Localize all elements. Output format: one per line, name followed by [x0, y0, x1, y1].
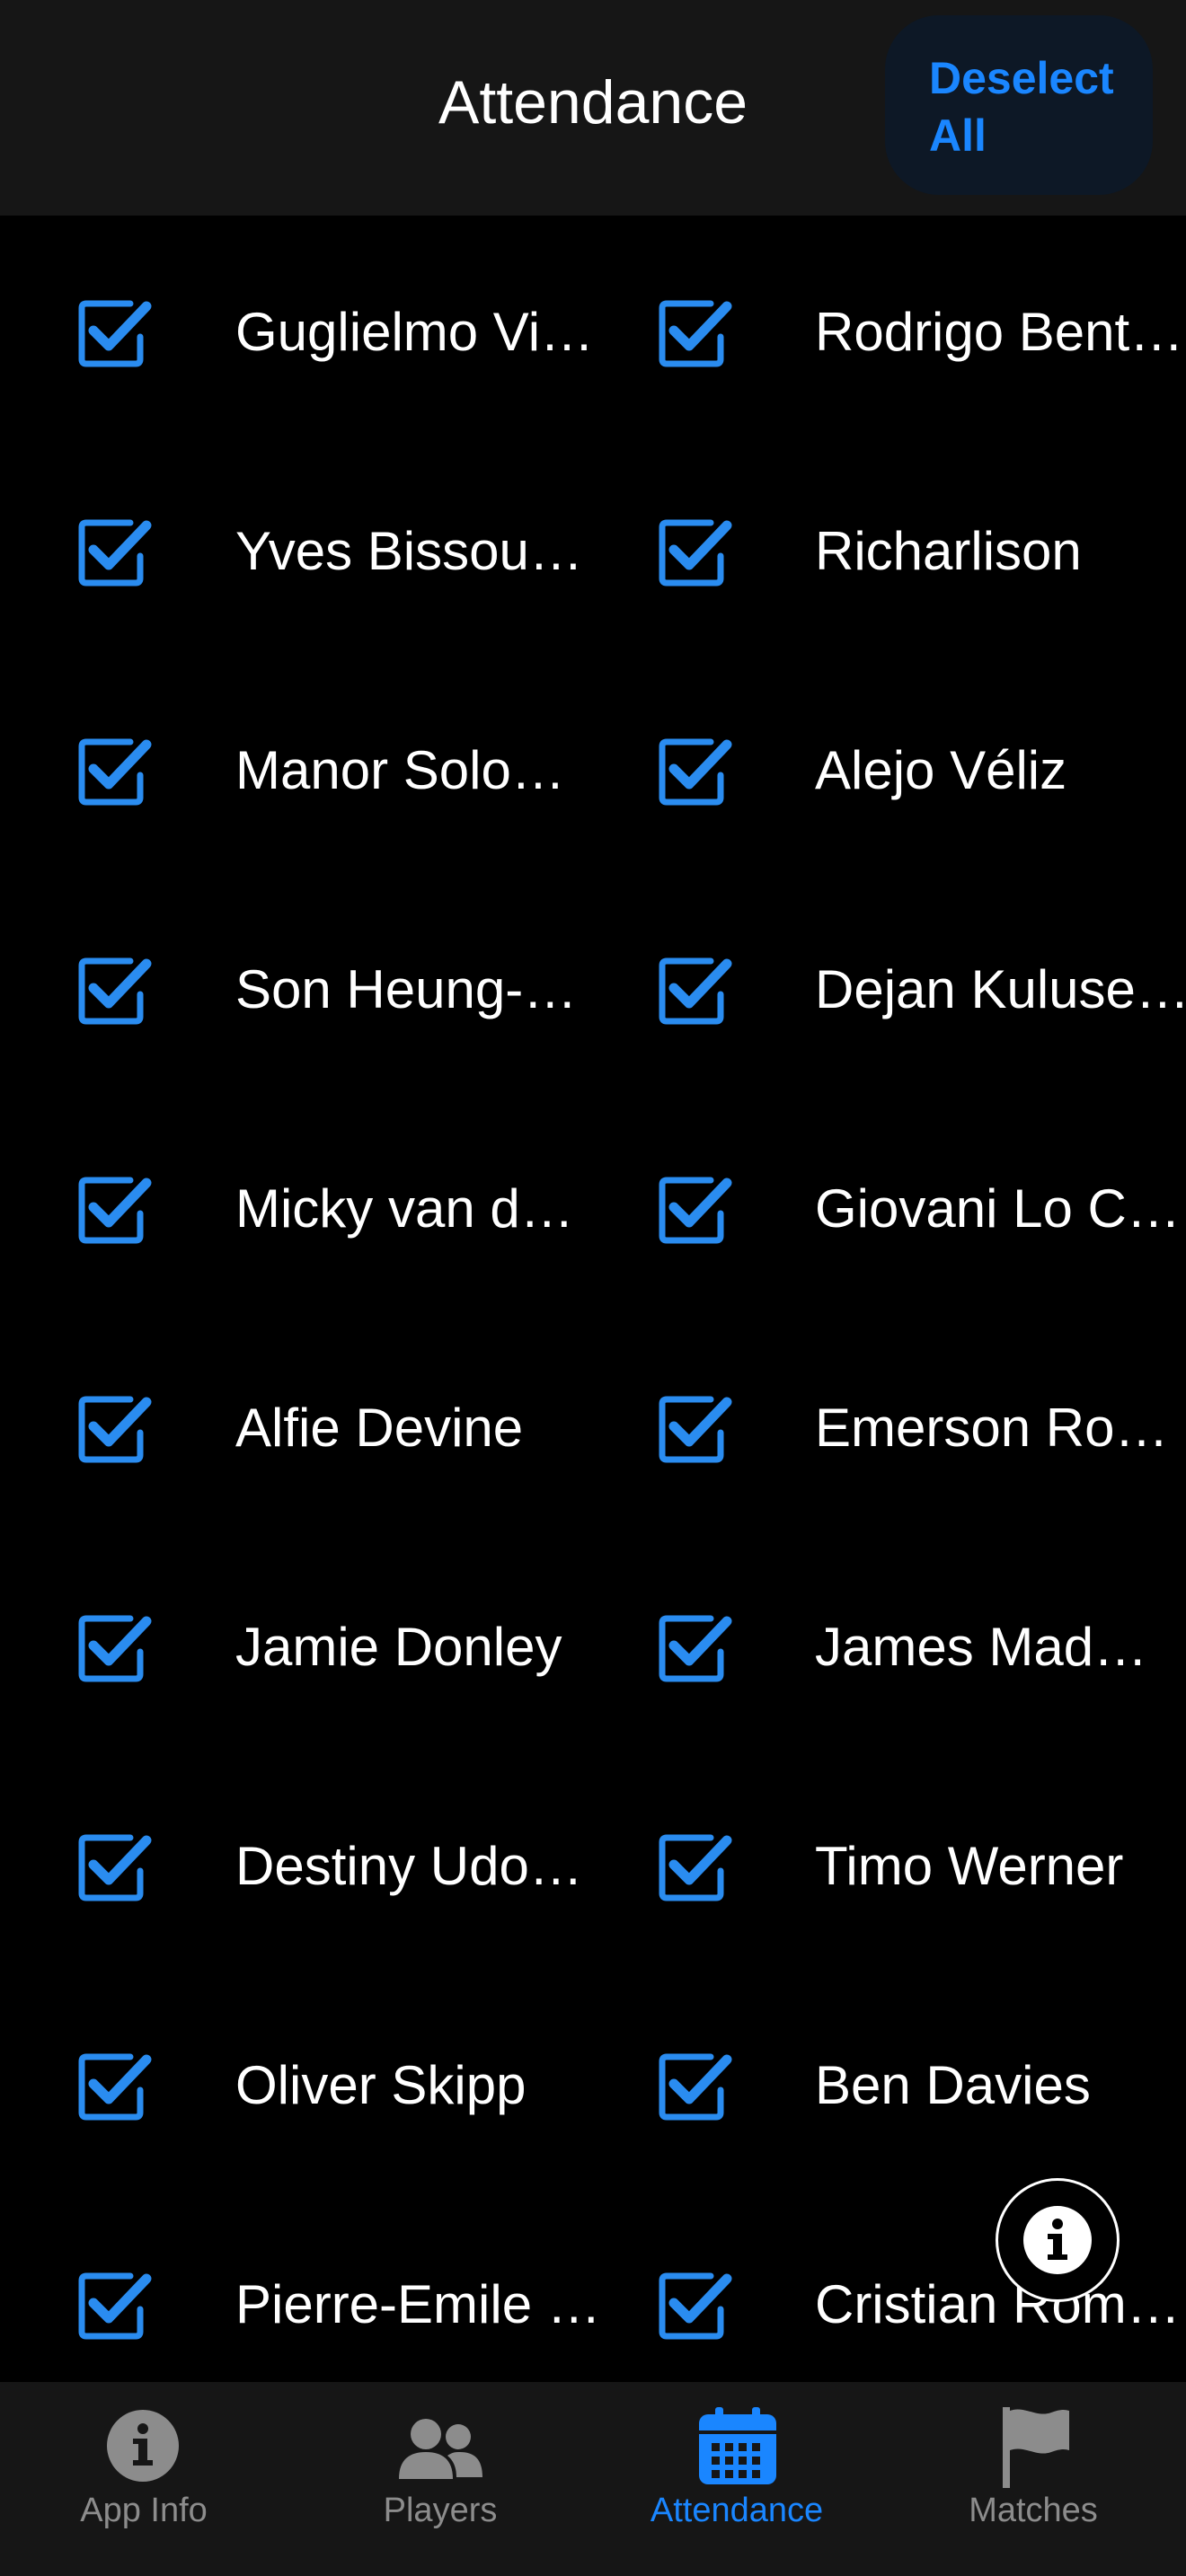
player-checkbox-item[interactable]: Jamie Donley: [0, 1531, 575, 1750]
checkbox-checked-icon[interactable]: [78, 1612, 152, 1682]
player-name: Oliver Skipp: [235, 2055, 527, 2115]
attendance-row: Alfie Devine Emerson Ro…: [0, 1311, 1186, 1531]
players-icon: [395, 2416, 485, 2485]
player-name: Cristian Rom…: [815, 2274, 1181, 2334]
calendar-icon: [697, 2405, 778, 2491]
attendance-row: Jamie Donley James Mad…: [0, 1531, 1186, 1750]
checkbox-checked-icon[interactable]: [659, 1393, 732, 1463]
player-checkbox-item[interactable]: Ben Davies: [580, 1969, 1186, 2188]
checkbox-checked-icon[interactable]: [659, 736, 732, 806]
tab-label: Attendance: [650, 2492, 824, 2529]
player-name: Guglielmo Vi…: [235, 302, 595, 362]
checkbox-checked-icon[interactable]: [659, 297, 732, 367]
player-name: Manor Solo…: [235, 740, 565, 800]
checkbox-checked-icon[interactable]: [78, 736, 152, 806]
player-checkbox-item[interactable]: Oliver Skipp: [0, 1969, 575, 2188]
player-checkbox-item[interactable]: Emerson Ro…: [580, 1311, 1186, 1531]
player-checkbox-item[interactable]: James Mad…: [580, 1531, 1186, 1750]
checkbox-checked-icon[interactable]: [78, 297, 152, 367]
checkbox-checked-icon[interactable]: [78, 955, 152, 1025]
attendance-row: Micky van d… Giovani Lo C…: [0, 1092, 1186, 1311]
player-name: Emerson Ro…: [815, 1398, 1169, 1458]
player-name: Dejan Kuluse…: [815, 959, 1186, 1019]
player-name: Timo Werner: [815, 1836, 1124, 1896]
checkbox-checked-icon[interactable]: [659, 1612, 732, 1682]
player-checkbox-item[interactable]: Manor Solo…: [0, 654, 575, 873]
info-circle-icon: [106, 2409, 180, 2487]
attendance-row: Yves Bissou… Richarlison: [0, 435, 1186, 654]
checkbox-checked-icon[interactable]: [78, 1174, 152, 1244]
tab-players[interactable]: Players: [288, 2382, 593, 2576]
checkbox-checked-icon[interactable]: [659, 2051, 732, 2121]
info-icon: [1023, 2206, 1092, 2274]
player-checkbox-item[interactable]: Micky van d…: [0, 1092, 575, 1311]
player-checkbox-item[interactable]: Destiny Udo…: [0, 1750, 583, 1969]
player-name: Ben Davies: [815, 2055, 1091, 2115]
player-checkbox-item[interactable]: Dejan Kuluse…: [580, 873, 1186, 1092]
player-name: Pierre-Emile …: [235, 2274, 601, 2334]
player-name: Alfie Devine: [235, 1398, 524, 1458]
checkbox-checked-icon[interactable]: [659, 1174, 732, 1244]
bottom-tab-bar: App Info Players Attendance Matches: [0, 2382, 1186, 2576]
tab-attendance[interactable]: Attendance: [593, 2382, 881, 2576]
player-checkbox-item[interactable]: Rodrigo Bent…: [580, 216, 1186, 435]
player-name: James Mad…: [815, 1617, 1148, 1677]
player-name: Giovani Lo C…: [815, 1178, 1181, 1239]
info-fab-button[interactable]: [996, 2178, 1120, 2302]
checkbox-checked-icon[interactable]: [78, 2051, 152, 2121]
player-name: Alejo Véliz: [815, 740, 1067, 800]
tab-label: App Info: [80, 2492, 208, 2529]
player-checkbox-item[interactable]: Giovani Lo C…: [580, 1092, 1186, 1311]
attendance-row: Son Heung-… Dejan Kuluse…: [0, 873, 1186, 1092]
player-checkbox-item[interactable]: Pierre-Emile …: [0, 2188, 601, 2382]
attendance-list[interactable]: Guglielmo Vi… Rodrigo Bent… Yves Bissou… Ri…: [0, 216, 1186, 2382]
top-app-bar: Attendance Deselect All: [0, 0, 1186, 216]
player-name: Rodrigo Bent…: [815, 302, 1184, 362]
attendance-row: Destiny Udo… Timo Werner: [0, 1750, 1186, 1969]
attendance-row: Oliver Skipp Ben Davies: [0, 1969, 1186, 2188]
checkbox-checked-icon[interactable]: [78, 2270, 152, 2340]
attendance-row: Guglielmo Vi… Rodrigo Bent…: [0, 216, 1186, 435]
tab-matches[interactable]: Matches: [881, 2382, 1186, 2576]
player-checkbox-item[interactable]: Yves Bissou…: [0, 435, 583, 654]
player-name: Jamie Donley: [235, 1617, 562, 1677]
player-checkbox-item[interactable]: Alejo Véliz: [580, 654, 1186, 873]
checkbox-checked-icon[interactable]: [659, 516, 732, 587]
checkbox-checked-icon[interactable]: [659, 2270, 732, 2340]
player-name: Son Heung-…: [235, 959, 578, 1019]
player-checkbox-item[interactable]: Guglielmo Vi…: [0, 216, 594, 435]
player-name: Richarlison: [815, 521, 1082, 581]
flag-icon: [999, 2405, 1071, 2494]
checkbox-checked-icon[interactable]: [659, 955, 732, 1025]
tab-label: Matches: [969, 2492, 1098, 2529]
deselect-all-button[interactable]: Deselect All: [885, 15, 1153, 195]
player-name: Micky van d…: [235, 1178, 574, 1239]
tab-label: Players: [383, 2492, 498, 2529]
attendance-row: Manor Solo… Alejo Véliz: [0, 654, 1186, 873]
checkbox-checked-icon[interactable]: [78, 516, 152, 587]
checkbox-checked-icon[interactable]: [659, 1831, 732, 1901]
player-checkbox-item[interactable]: Timo Werner: [580, 1750, 1186, 1969]
player-checkbox-item[interactable]: Richarlison: [580, 435, 1186, 654]
tab-app-info[interactable]: App Info: [0, 2382, 288, 2576]
checkbox-checked-icon[interactable]: [78, 1393, 152, 1463]
player-checkbox-item[interactable]: Alfie Devine: [0, 1311, 575, 1531]
player-name: Yves Bissou…: [235, 521, 583, 581]
player-checkbox-item[interactable]: Son Heung-…: [0, 873, 578, 1092]
checkbox-checked-icon[interactable]: [78, 1831, 152, 1901]
player-name: Destiny Udo…: [235, 1836, 583, 1896]
